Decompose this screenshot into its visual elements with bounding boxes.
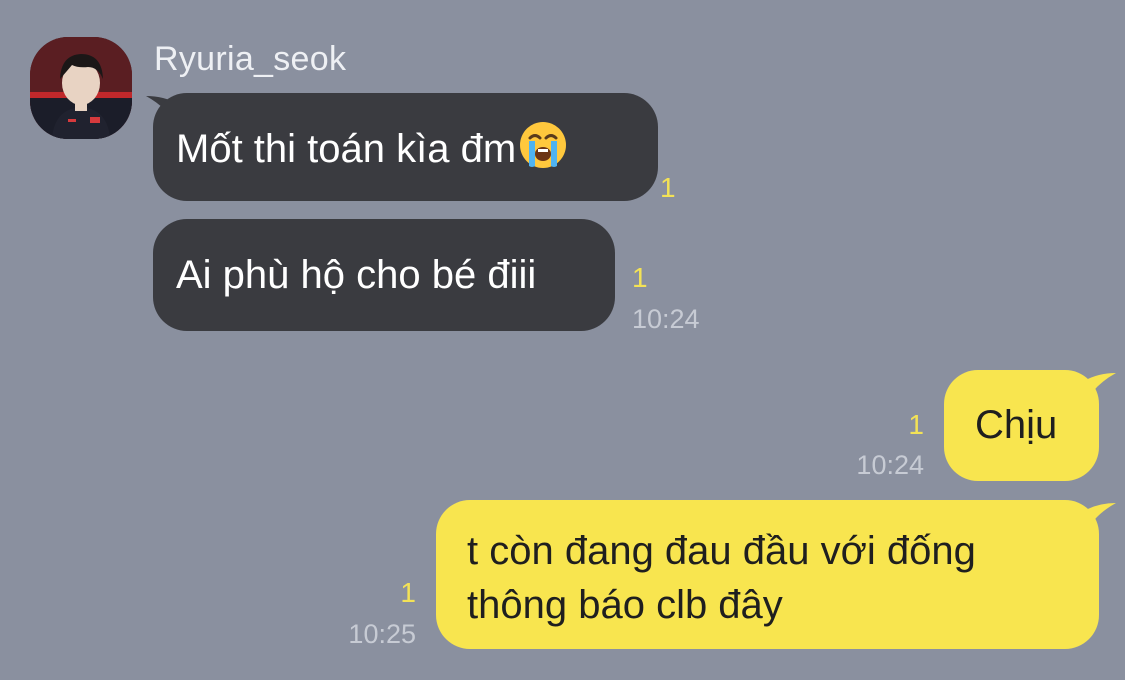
- message-text: Mốt thi toán kìa đm: [176, 127, 517, 171]
- read-count: 1: [908, 409, 924, 440]
- message-text-line: t còn đang đau đầu với đống: [467, 529, 976, 573]
- read-count: 1: [660, 172, 676, 203]
- profile-photo-icon: [30, 37, 132, 139]
- sender-name: Ryuria_seok: [154, 40, 347, 78]
- message-text: Chịu: [975, 403, 1058, 447]
- message-text: Ai phù hộ cho bé điii: [176, 253, 537, 297]
- outgoing-bubble-tail: [1084, 373, 1116, 405]
- outgoing-message-bubble[interactable]: t còn đang đau đầu với đống thông báo cl…: [436, 500, 1099, 649]
- message-text-line: thông báo clb đây: [467, 583, 783, 627]
- sender-avatar[interactable]: [30, 37, 132, 139]
- outgoing-message-bubble[interactable]: Chịu: [944, 370, 1099, 481]
- message-timestamp: 10:24: [632, 304, 700, 334]
- read-count: 1: [400, 577, 416, 608]
- message-timestamp: 10:24: [856, 450, 924, 480]
- incoming-message-bubble[interactable]: Mốt thi toán kìa đm: [153, 93, 658, 201]
- read-count: 1: [632, 262, 648, 293]
- loudly-crying-face-icon: [518, 120, 568, 170]
- message-timestamp: 10:25: [348, 619, 416, 649]
- incoming-message-bubble[interactable]: Ai phù hộ cho bé điii: [153, 219, 615, 331]
- outgoing-bubble-tail: [1084, 503, 1116, 535]
